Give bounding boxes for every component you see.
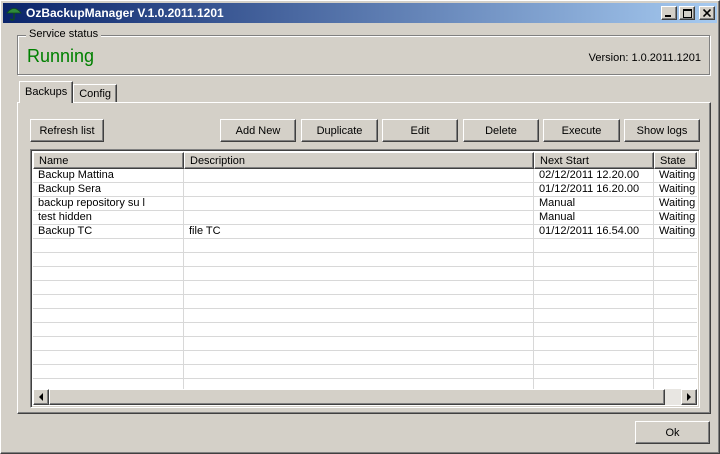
table-row[interactable]: Backup TC file TC 01/12/2011 16.54.00 Wa… xyxy=(33,225,697,239)
title-bar[interactable]: OzBackupManager V.1.0.2011.1201 xyxy=(3,3,717,23)
column-divider xyxy=(533,169,534,390)
window-title: OzBackupManager V.1.0.2011.1201 xyxy=(26,6,224,20)
scroll-track[interactable] xyxy=(49,389,681,405)
scroll-thumb[interactable] xyxy=(49,389,665,405)
cell-description xyxy=(184,183,534,197)
close-icon xyxy=(703,9,711,17)
ok-button[interactable]: Ok xyxy=(635,421,710,444)
backup-list[interactable]: Name Description Next Start State Backup… xyxy=(30,149,700,408)
tab-config[interactable]: Config xyxy=(73,84,117,103)
cell-description xyxy=(184,211,534,225)
column-state-header[interactable]: State xyxy=(654,152,697,169)
cell-state: Waiting xyxy=(659,225,696,237)
arrow-left-icon xyxy=(39,393,43,401)
cell-state: Waiting xyxy=(659,183,696,195)
cell-next-start: 01/12/2011 16.20.00 xyxy=(539,183,640,195)
arrow-right-icon xyxy=(687,393,691,401)
duplicate-button[interactable]: Duplicate xyxy=(301,119,378,142)
delete-button[interactable]: Delete xyxy=(463,119,539,142)
column-name-header[interactable]: Name xyxy=(33,152,184,169)
backups-panel: Refresh list Add New Duplicate Edit Dele… xyxy=(17,102,711,414)
tab-strip: Backups Config xyxy=(19,81,117,103)
cell-name: Backup Sera xyxy=(38,183,101,195)
column-divider xyxy=(183,169,184,390)
maximize-icon xyxy=(682,8,692,18)
cell-description xyxy=(184,197,534,211)
column-description-header[interactable]: Description xyxy=(184,152,534,169)
cell-name: Backup TC xyxy=(38,225,93,237)
execute-button[interactable]: Execute xyxy=(543,119,620,142)
main-window: OzBackupManager V.1.0.2011.1201 Service … xyxy=(0,0,720,454)
cell-state: Waiting xyxy=(659,211,696,223)
table-row[interactable]: Backup Sera 01/12/2011 16.20.00 Waiting xyxy=(33,183,697,197)
version-label: Version: 1.0.2011.1201 xyxy=(588,52,701,64)
cell-name: backup repository su l xyxy=(38,197,145,209)
cell-description xyxy=(184,169,534,183)
column-divider xyxy=(653,169,654,390)
show-logs-button[interactable]: Show logs xyxy=(624,119,700,142)
cell-state: Waiting xyxy=(659,197,696,209)
umbrella-icon xyxy=(5,4,23,22)
cell-name: Backup Mattina xyxy=(38,169,114,181)
cell-description: file TC xyxy=(189,225,221,237)
tab-backups[interactable]: Backups xyxy=(19,81,74,103)
edit-button[interactable]: Edit xyxy=(382,119,458,142)
maximize-button[interactable] xyxy=(679,6,695,20)
service-status-group: Service status Running Version: 1.0.2011… xyxy=(17,28,710,75)
minimize-button[interactable] xyxy=(661,6,677,20)
cell-next-start: 02/12/2011 12.20.00 xyxy=(539,169,640,181)
cell-state: Waiting xyxy=(659,169,696,181)
table-row[interactable]: backup repository su l Manual Waiting xyxy=(33,197,697,211)
horizontal-scrollbar[interactable] xyxy=(33,389,697,405)
scroll-left-button[interactable] xyxy=(33,389,49,405)
service-status-label: Service status xyxy=(26,28,102,40)
list-body: Backup Mattina 02/12/2011 12.20.00 Waiti… xyxy=(33,169,697,390)
list-header: Name Description Next Start State xyxy=(33,152,697,169)
refresh-list-button[interactable]: Refresh list xyxy=(30,119,104,142)
add-new-button[interactable]: Add New xyxy=(220,119,296,142)
service-status-value: Running xyxy=(27,46,95,66)
column-next-start-header[interactable]: Next Start xyxy=(534,152,654,169)
table-row[interactable]: test hidden Manual Waiting xyxy=(33,211,697,225)
cell-next-start: Manual xyxy=(539,197,576,209)
cell-name: test hidden xyxy=(38,211,92,223)
cell-next-start: Manual xyxy=(539,211,576,223)
minimize-icon xyxy=(665,15,671,17)
scroll-right-button[interactable] xyxy=(681,389,697,405)
close-button[interactable] xyxy=(699,6,715,20)
table-row[interactable]: Backup Mattina 02/12/2011 12.20.00 Waiti… xyxy=(33,169,697,183)
cell-next-start: 01/12/2011 16.54.00 xyxy=(539,225,640,237)
